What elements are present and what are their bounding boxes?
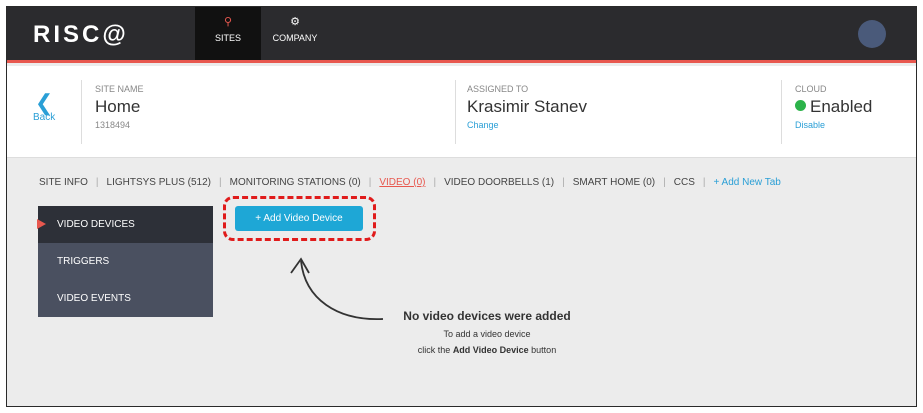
disable-link[interactable]: Disable (795, 120, 872, 130)
tab-separator: | (562, 177, 565, 188)
tab-separator: | (95, 177, 99, 188)
divider (81, 80, 82, 144)
menu-item-triggers[interactable]: TRIGGERS (38, 243, 213, 280)
tab-lightsys-plus[interactable]: LIGHTSYS PLUS (512) (107, 177, 211, 188)
back-label: Back (33, 112, 56, 123)
tab-video-doorbells[interactable]: VIDEO DOORBELLS (1) (444, 177, 554, 188)
site-name-caption: SITE NAME (95, 84, 144, 94)
site-id: 1318494 (95, 120, 131, 130)
menu-item-video-events[interactable]: VIDEO EVENTS (38, 280, 213, 317)
empty-line1: To add a video device (443, 329, 531, 339)
back-button[interactable]: ❮ Back (33, 90, 56, 124)
empty-line2-prefix: click the (417, 345, 453, 355)
cloud-caption: CLOUD (795, 84, 827, 94)
change-link[interactable]: Change (467, 120, 587, 130)
tab-separator: | (368, 177, 372, 188)
nav-sites[interactable]: ⚲ SITES (195, 7, 261, 60)
tab-bar: SITE INFO | LIGHTSYS PLUS (512) | MONITORING… (39, 177, 781, 188)
empty-state: No video devices were added To add a vid… (357, 309, 617, 355)
status-dot-icon (795, 100, 806, 111)
location-pin-icon: ⚲ (223, 16, 233, 28)
app-frame: RISC@ ⚲ SITES ⚙ COMPANY ❮ Back SITE NAME… (6, 6, 917, 407)
cloud-block: CLOUD Enabled Disable (795, 84, 872, 130)
arrow-head (290, 257, 310, 274)
site-name: Home (95, 97, 141, 116)
tab-separator: | (663, 177, 666, 188)
chevron-left-icon: ❮ (34, 90, 54, 115)
nav-company[interactable]: ⚙ COMPANY (265, 7, 325, 60)
nav-sites-label: SITES (214, 33, 241, 43)
empty-title: No video devices were added (403, 309, 571, 323)
tab-separator: | (702, 177, 706, 188)
assigned-to: Krasimir Stanev (467, 97, 587, 116)
tab-separator: | (219, 177, 222, 188)
assigned-caption: ASSIGNED TO (467, 84, 529, 94)
video-side-menu: VIDEO DEVICES TRIGGERS VIDEO EVENTS (37, 206, 213, 317)
divider (455, 80, 456, 144)
empty-line2-bold: Add Video Device (452, 345, 529, 355)
tab-video[interactable]: VIDEO (0) (379, 177, 425, 188)
tab-monitoring-stations[interactable]: MONITORING STATIONS (0) (230, 177, 361, 188)
empty-line2-suffix: button (528, 345, 557, 355)
add-new-tab-link[interactable]: + Add New Tab (713, 177, 780, 188)
menu-item-video-devices[interactable]: VIDEO DEVICES (37, 206, 213, 243)
site-header: ❮ Back SITE NAME Home 1318494 ASSIGNED T… (7, 66, 916, 158)
tab-smart-home[interactable]: SMART HOME (0) (573, 177, 655, 188)
avatar[interactable] (858, 20, 886, 48)
divider (781, 80, 782, 144)
tab-separator: | (433, 177, 437, 188)
empty-line2: click the Add Video Device button (357, 345, 617, 355)
assigned-block: ASSIGNED TO Krasimir Stanev Change (467, 84, 587, 130)
tab-ccs[interactable]: CCS (674, 177, 695, 188)
nav-company-label: COMPANY (272, 33, 318, 43)
add-video-device-button[interactable]: + Add Video Device (235, 206, 363, 231)
risco-logo: RISC@ (33, 21, 129, 48)
cloud-status-label: Enabled (810, 97, 873, 116)
tab-site-info[interactable]: SITE INFO (39, 177, 88, 188)
site-name-block: SITE NAME Home 1318494 (95, 84, 144, 130)
top-bar: RISC@ ⚲ SITES ⚙ COMPANY (7, 7, 916, 63)
cloud-status: Enabled (795, 97, 872, 117)
gear-icon: ⚙ (290, 16, 300, 28)
